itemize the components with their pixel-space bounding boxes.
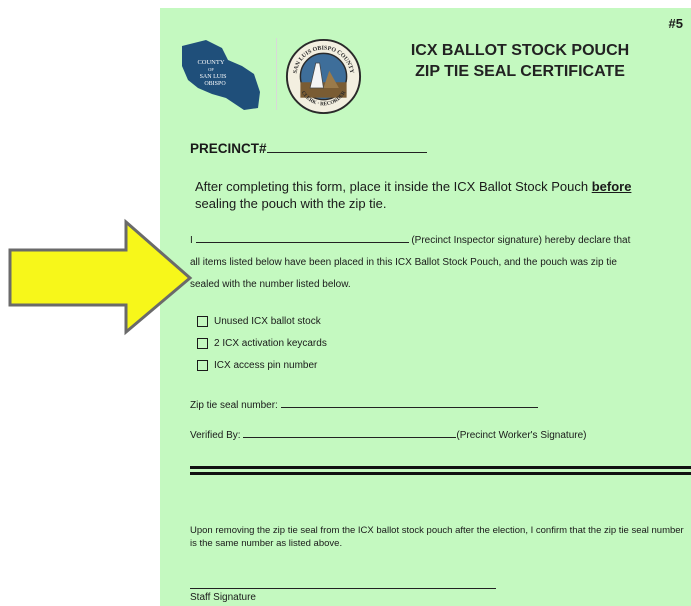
checklist-item: ICX access pin number	[197, 354, 327, 376]
instruction-after: sealing the pouch with the zip tie.	[195, 196, 387, 211]
verified-label: Verified By:	[190, 430, 241, 441]
logo-divider	[276, 38, 277, 110]
inspector-signature-field[interactable]	[195, 242, 409, 243]
worker-signature-field[interactable]	[243, 437, 457, 438]
verified-row: Verified By: (Precinct Worker's Signatur…	[190, 430, 586, 441]
clerk-recorder-seal: SAN LUIS OBISPO COUNTY CLERK · RECORDER	[285, 38, 362, 115]
instruction-emphasis: before	[591, 179, 632, 194]
declaration-line-2: all items listed below have been placed …	[190, 257, 617, 268]
yellow-arrow-icon	[8, 218, 193, 336]
staff-signature-field[interactable]	[190, 588, 496, 589]
county-logo-line-4: OBISPO	[204, 81, 226, 87]
instruction-before: After completing this form, place it ins…	[195, 179, 592, 194]
unused-ballot-stock-checkbox[interactable]	[197, 315, 208, 327]
county-logo: COUNTY OF SAN LUIS OBISPO	[182, 40, 260, 110]
title-line-1: ICX BALLOT STOCK POUCH	[410, 42, 630, 59]
title-line-2: ZIP TIE SEAL CERTIFICATE	[415, 63, 625, 80]
declaration-line-3: sealed with the number listed below.	[190, 279, 351, 290]
double-divider	[190, 466, 691, 475]
zip-tie-number-field[interactable]	[280, 407, 538, 408]
county-logo-line-2: OF	[208, 67, 214, 72]
declaration: I (Precinct Inspector signature) hereby …	[190, 230, 690, 296]
checklist: Unused ICX ballot stock 2 ICX activation…	[197, 310, 327, 376]
declaration-suffix: (Precinct Inspector signature) hereby de…	[411, 235, 631, 246]
zip-tie-label: Zip tie seal number:	[190, 400, 278, 411]
instruction-text: After completing this form, place it ins…	[195, 178, 665, 212]
confirmation-text: Upon removing the zip tie seal from the …	[190, 525, 684, 549]
certificate-document: #5 COUNTY OF SAN LUIS OBISPO SAN LUIS OB…	[160, 8, 691, 606]
staff-signature-label: Staff Signature	[190, 592, 256, 603]
page-number: #5	[668, 16, 683, 31]
checklist-item-label: ICX access pin number	[214, 359, 318, 371]
verified-suffix: (Precinct Worker's Signature)	[456, 430, 587, 441]
checklist-item: 2 ICX activation keycards	[197, 332, 327, 354]
county-logo-line-1: COUNTY	[197, 59, 224, 66]
zip-tie-row: Zip tie seal number:	[190, 400, 538, 411]
checklist-item-label: Unused ICX ballot stock	[214, 315, 321, 327]
precinct-label: PRECINCT#	[190, 141, 267, 156]
precinct-field[interactable]	[266, 152, 427, 153]
county-logo-line-3: SAN LUIS	[200, 74, 227, 80]
checklist-item: Unused ICX ballot stock	[197, 310, 327, 332]
access-pin-checkbox[interactable]	[197, 359, 208, 371]
certificate-title: ICX BALLOT STOCK POUCH ZIP TIE SEAL CERT…	[390, 40, 650, 82]
checklist-item-label: 2 ICX activation keycards	[214, 337, 327, 349]
activation-keycards-checkbox[interactable]	[197, 337, 208, 349]
precinct-row: PRECINCT#	[190, 141, 427, 156]
